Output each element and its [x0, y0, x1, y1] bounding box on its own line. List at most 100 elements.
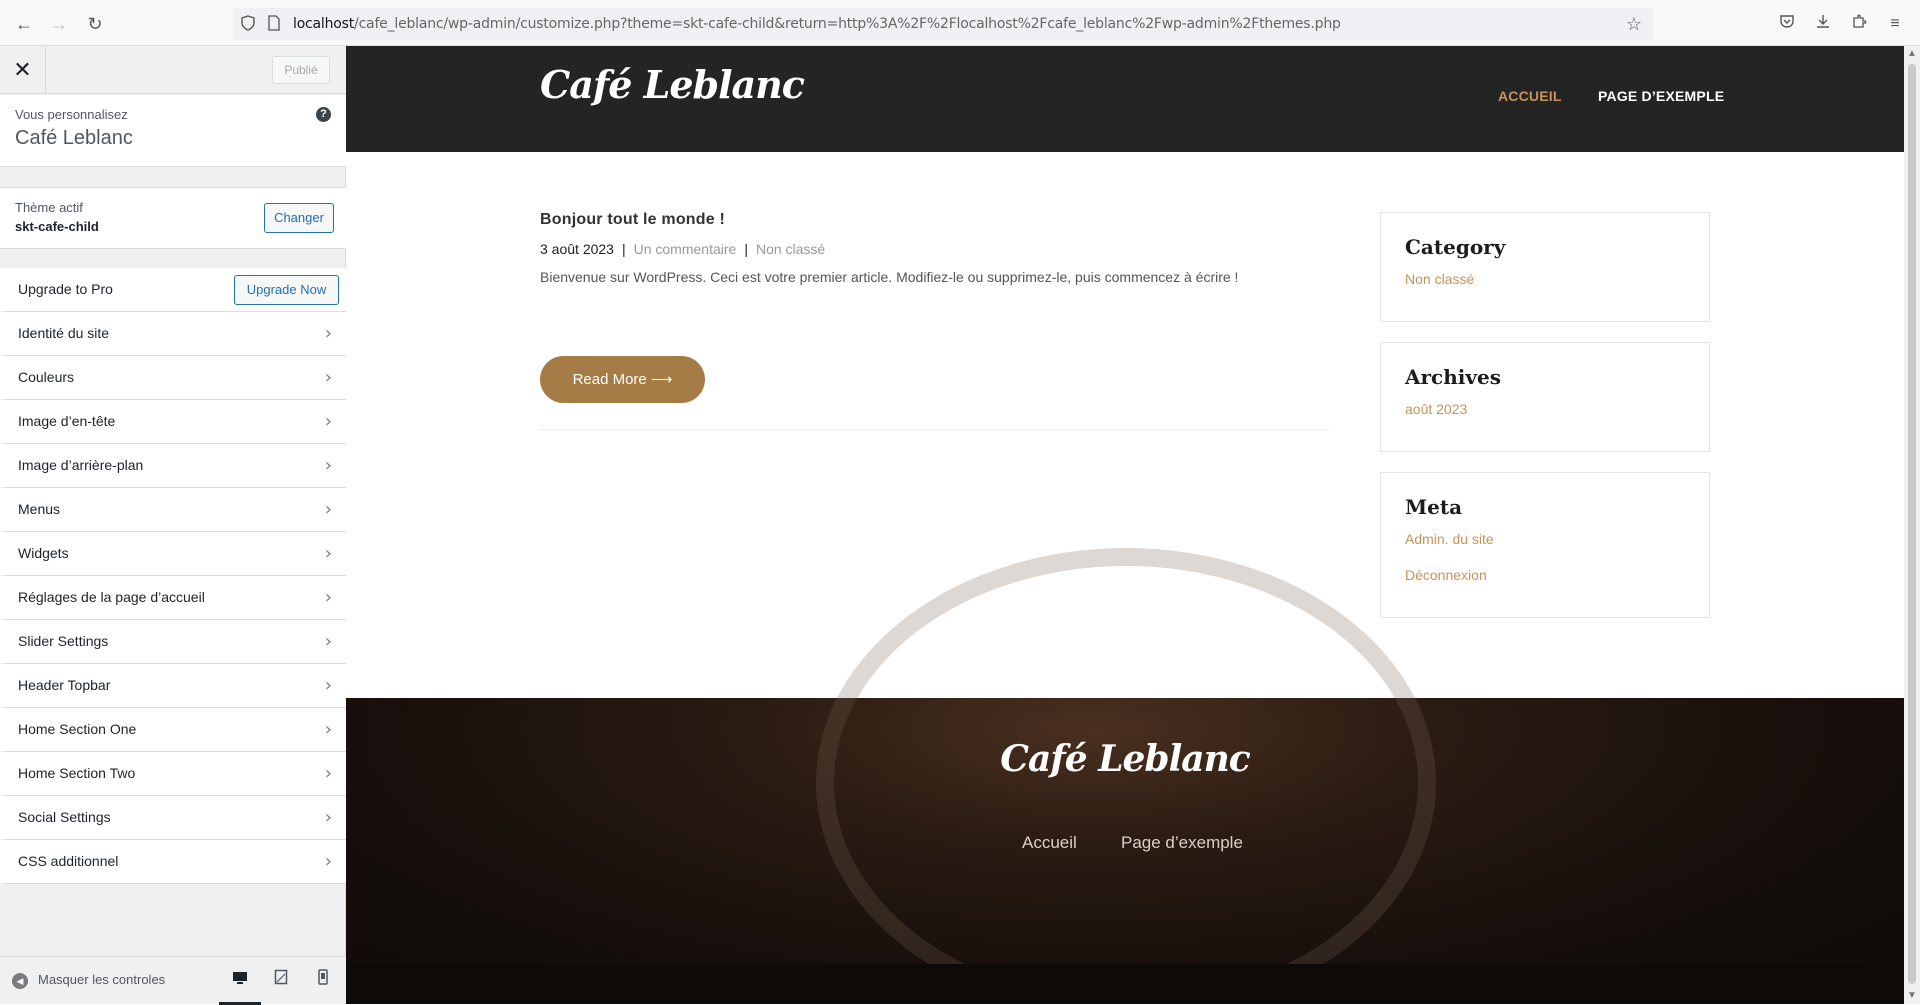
address-bar[interactable]: localhost/cafe_leblanc/wp-admin/customiz…: [233, 8, 1653, 40]
extensions-icon[interactable]: [1848, 13, 1870, 35]
browser-toolbar: ← → ↻ localhost/cafe_leblanc/wp-admin/cu…: [0, 0, 1920, 46]
url-path: /cafe_leblanc/wp-admin/customize.php?the…: [354, 16, 1341, 32]
chevron-right-icon: ›: [324, 807, 332, 828]
hide-controls-button[interactable]: ◀ Masquer les controles: [12, 972, 165, 989]
page-icon[interactable]: [265, 15, 283, 33]
panel-slider-settings[interactable]: Slider Settings ›: [0, 620, 346, 664]
meta-admin-link[interactable]: Admin. du site: [1405, 531, 1494, 547]
chevron-right-icon: ›: [324, 411, 332, 432]
hamburger-menu-icon[interactable]: ≡: [1884, 13, 1906, 35]
panel-label: Menus: [18, 501, 61, 517]
archive-link[interactable]: août 2023: [1405, 401, 1467, 417]
post-date[interactable]: 3 août 2023: [540, 241, 614, 257]
panel-label: Home Section Two: [18, 765, 136, 781]
customizer-footer: ◀ Masquer les controles: [0, 956, 346, 1005]
panel-home-section-one[interactable]: Home Section One ›: [0, 708, 346, 752]
nav-link-accueil[interactable]: ACCUEIL: [1498, 88, 1562, 104]
mobile-preview-icon[interactable]: [312, 969, 334, 991]
footer-link-accueil[interactable]: Accueil: [1022, 833, 1077, 853]
tablet-preview-icon[interactable]: [270, 969, 292, 991]
url-host: localhost: [293, 16, 355, 32]
desktop-preview-icon[interactable]: [229, 969, 251, 991]
footer-logo[interactable]: Café Leblanc: [346, 738, 1904, 780]
preview-scrollbar[interactable]: ▲ ▼: [1904, 46, 1920, 1004]
panel-label: Couleurs: [18, 369, 75, 385]
back-icon[interactable]: ←: [13, 13, 35, 35]
collapse-icon: ◀: [12, 972, 28, 989]
footer-bottom-bar: [346, 964, 1904, 1004]
site-footer: Café Leblanc Accueil Page d’exemple: [346, 548, 1904, 1004]
help-icon[interactable]: ?: [316, 107, 331, 122]
post-excerpt: Bienvenue sur WordPress. Ceci est votre …: [540, 269, 1239, 285]
chevron-right-icon: ›: [324, 719, 332, 740]
bookmark-star-icon[interactable]: ☆: [1625, 15, 1643, 33]
meta-logout-link[interactable]: Déconnexion: [1405, 567, 1487, 583]
footer-link-page-exemple[interactable]: Page d’exemple: [1121, 833, 1243, 853]
post-title[interactable]: Bonjour tout le monde !: [540, 211, 1330, 229]
widget-title: Meta: [1405, 495, 1463, 519]
chevron-right-icon: ›: [324, 543, 332, 564]
panel-social-settings[interactable]: Social Settings ›: [0, 796, 346, 840]
pocket-icon[interactable]: [1776, 13, 1798, 35]
panel-site-identity[interactable]: Identité du site ›: [0, 312, 346, 356]
meta-separator: |: [744, 241, 748, 257]
chevron-right-icon: ›: [324, 763, 332, 784]
change-theme-button[interactable]: Changer: [264, 203, 334, 233]
download-icon[interactable]: [1812, 13, 1834, 35]
widget-archives: Archives août 2023: [1380, 342, 1710, 452]
panel-label: Identité du site: [18, 325, 110, 341]
panel-menus[interactable]: Menus ›: [0, 488, 346, 532]
panel-label: Social Settings: [18, 809, 111, 825]
upgrade-to-pro-section: Upgrade to Pro Upgrade Now: [0, 268, 346, 312]
panel-label: Home Section One: [18, 721, 137, 737]
active-theme-section: Thème actif skt-cafe-child Changer: [0, 187, 346, 249]
panel-colors[interactable]: Couleurs ›: [0, 356, 346, 400]
widget-title: Archives: [1405, 365, 1501, 389]
nav-link-page-exemple[interactable]: PAGE D’EXEMPLE: [1598, 88, 1724, 104]
panel-homepage-settings[interactable]: Réglages de la page d’accueil ›: [0, 576, 346, 620]
panel-widgets[interactable]: Widgets ›: [0, 532, 346, 576]
scroll-up-icon[interactable]: ▲: [1904, 46, 1920, 62]
scroll-thumb[interactable]: [1908, 64, 1916, 984]
panel-home-section-two[interactable]: Home Section Two ›: [0, 752, 346, 796]
panel-additional-css[interactable]: CSS additionnel ›: [0, 840, 346, 884]
category-link[interactable]: Non classé: [1405, 271, 1474, 287]
close-customizer-button[interactable]: ✕: [0, 46, 46, 94]
chevron-right-icon: ›: [324, 499, 332, 520]
post-comments-link[interactable]: Un commentaire: [634, 241, 737, 257]
chevron-right-icon: ›: [324, 455, 332, 476]
customizing-label: Vous personnalisez: [15, 107, 128, 122]
panel-background-image[interactable]: Image d’arrière-plan ›: [0, 444, 346, 488]
blog-post: Bonjour tout le monde ! 3 août 2023 | Un c…: [540, 211, 1330, 285]
url-text: localhost/cafe_leblanc/wp-admin/customiz…: [293, 16, 1341, 32]
panel-label: Widgets: [18, 545, 69, 561]
chevron-right-icon: ›: [324, 323, 332, 344]
customizer-panel-list: Upgrade to Pro Upgrade Now Identité du s…: [0, 268, 346, 884]
site-preview: Café Leblanc ACCUEIL PAGE D’EXEMPLE Bonj…: [346, 46, 1904, 1004]
scroll-down-icon[interactable]: ▼: [1904, 988, 1920, 1004]
panel-label: Header Topbar: [18, 677, 111, 693]
widget-meta: Meta Admin. du site Déconnexion: [1380, 472, 1710, 618]
panel-label: Réglages de la page d’accueil: [18, 589, 205, 605]
panel-label: CSS additionnel: [18, 853, 119, 869]
post-meta: 3 août 2023 | Un commentaire | Non classé: [540, 241, 1330, 257]
chevron-right-icon: ›: [324, 675, 332, 696]
reload-icon[interactable]: ↻: [84, 13, 106, 35]
upgrade-now-button[interactable]: Upgrade Now: [234, 275, 339, 305]
panel-header-image[interactable]: Image d’en-tête ›: [0, 400, 346, 444]
publish-button[interactable]: Publié: [272, 56, 330, 84]
panel-label: Image d’arrière-plan: [18, 457, 144, 473]
site-logo[interactable]: Café Leblanc: [540, 62, 805, 107]
customizer-header: ✕ Publié: [0, 46, 346, 94]
chevron-right-icon: ›: [324, 631, 332, 652]
forward-icon[interactable]: →: [48, 13, 70, 35]
shield-icon[interactable]: [239, 15, 257, 33]
hide-controls-label: Masquer les controles: [38, 972, 166, 987]
widget-title: Category: [1405, 235, 1506, 259]
customizing-site-name: Café Leblanc: [15, 127, 133, 149]
customizer-sidebar: ✕ Publié Vous personnalisez Café Leblanc…: [0, 46, 346, 1005]
panel-header-topbar[interactable]: Header Topbar ›: [0, 664, 346, 708]
read-more-button[interactable]: Read More ⟶: [540, 356, 705, 403]
active-theme-name: skt-cafe-child: [15, 219, 99, 234]
post-category-link[interactable]: Non classé: [756, 241, 825, 257]
